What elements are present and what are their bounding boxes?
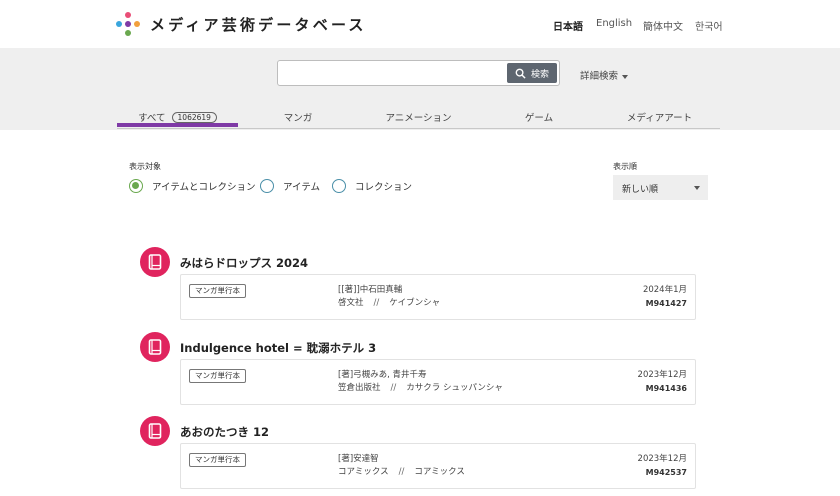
active-tab-indicator: [117, 123, 238, 127]
advanced-search-label: 詳細検索: [580, 71, 619, 82]
result-publisher: 笠倉出版社//カサクラ シュッパンシャ: [338, 383, 503, 393]
radio-label: コレクション: [355, 182, 413, 193]
radio-items[interactable]: アイテム: [260, 179, 320, 193]
scope-label: 表示対象: [129, 162, 161, 171]
radio-selected-icon: [129, 179, 143, 193]
result-card[interactable]: マンガ単行本 [著]弓槻みあ, 青井千寿 笠倉出版社//カサクラ シュッパンシャ…: [180, 359, 696, 405]
lang-korean[interactable]: 한국어: [695, 18, 723, 33]
book-icon: [140, 247, 170, 277]
search-button[interactable]: 検索: [507, 63, 557, 83]
site-logo[interactable]: メディア芸術データベース: [116, 12, 367, 36]
result-card[interactable]: マンガ単行本 [著]安達智 コアミックス//コアミックス 2023年12月 M9…: [180, 443, 696, 489]
lang-chinese[interactable]: 簡体中文: [643, 18, 683, 33]
site-header: メディア芸術データベース 日本語 English 簡体中文 한국어: [0, 0, 840, 48]
sort-dropdown[interactable]: 新しい順: [613, 175, 708, 200]
result-title[interactable]: あおのたつき 12: [180, 424, 269, 440]
result-id: M941436: [645, 384, 687, 393]
result-card[interactable]: マンガ単行本 [[著]]中石田真輔 啓文社//ケイブンシャ 2024年1月 M9…: [180, 274, 696, 320]
radio-collections[interactable]: コレクション: [332, 179, 412, 193]
search-icon: [515, 68, 526, 79]
tab-divider: [117, 128, 720, 129]
sort-value: 新しい順: [622, 185, 659, 195]
radio-items-and-collections[interactable]: アイテムとコレクション: [129, 179, 256, 193]
search-input[interactable]: 検索: [277, 60, 560, 86]
result-id: M942537: [645, 468, 687, 477]
tab-animation[interactable]: アニメーション: [358, 110, 479, 128]
advanced-search-link[interactable]: 詳細検索: [580, 68, 629, 82]
radio-label: アイテムとコレクション: [152, 182, 256, 193]
type-tag: マンガ単行本: [189, 284, 246, 298]
result-id: M941427: [645, 299, 687, 308]
result-credit: [著]安達智: [338, 454, 379, 464]
tab-game[interactable]: ゲーム: [479, 110, 599, 128]
radio-unselected-icon: [260, 179, 274, 193]
search-band: 検索 詳細検索 すべて 1062619 マンガ アニメーション ゲーム メディアア…: [0, 48, 840, 130]
result-credit: [[著]]中石田真輔: [338, 285, 403, 295]
result-publisher: コアミックス//コアミックス: [338, 467, 465, 477]
result-title[interactable]: Indulgence hotel = 耽溺ホテル 3: [180, 340, 376, 356]
sort-label: 表示順: [613, 162, 637, 171]
radio-unselected-icon: [332, 179, 346, 193]
radio-label: アイテム: [283, 182, 321, 193]
lang-english[interactable]: English: [596, 18, 632, 29]
type-tag: マンガ単行本: [189, 369, 246, 383]
result-count-badge: 1062619: [171, 112, 217, 123]
lang-japanese[interactable]: 日本語: [553, 18, 583, 33]
site-title: メディア芸術データベース: [150, 15, 367, 34]
logo-mark-icon: [116, 12, 140, 36]
book-icon: [140, 416, 170, 446]
result-publisher: 啓文社//ケイブンシャ: [338, 298, 441, 308]
chevron-down-icon: [694, 186, 700, 190]
result-date: 2023年12月: [637, 454, 687, 464]
search-button-label: 検索: [530, 69, 549, 80]
type-tag: マンガ単行本: [189, 453, 246, 467]
tab-media-art[interactable]: メディアアート: [599, 110, 720, 128]
result-date: 2024年1月: [642, 285, 687, 295]
chevron-down-icon: [622, 74, 629, 79]
result-credit: [著]弓槻みあ, 青井千寿: [338, 370, 427, 380]
result-title[interactable]: みはらドロップス 2024: [180, 255, 308, 271]
result-date: 2023年12月: [637, 370, 687, 380]
book-icon: [140, 332, 170, 362]
tab-manga[interactable]: マンガ: [238, 110, 358, 128]
